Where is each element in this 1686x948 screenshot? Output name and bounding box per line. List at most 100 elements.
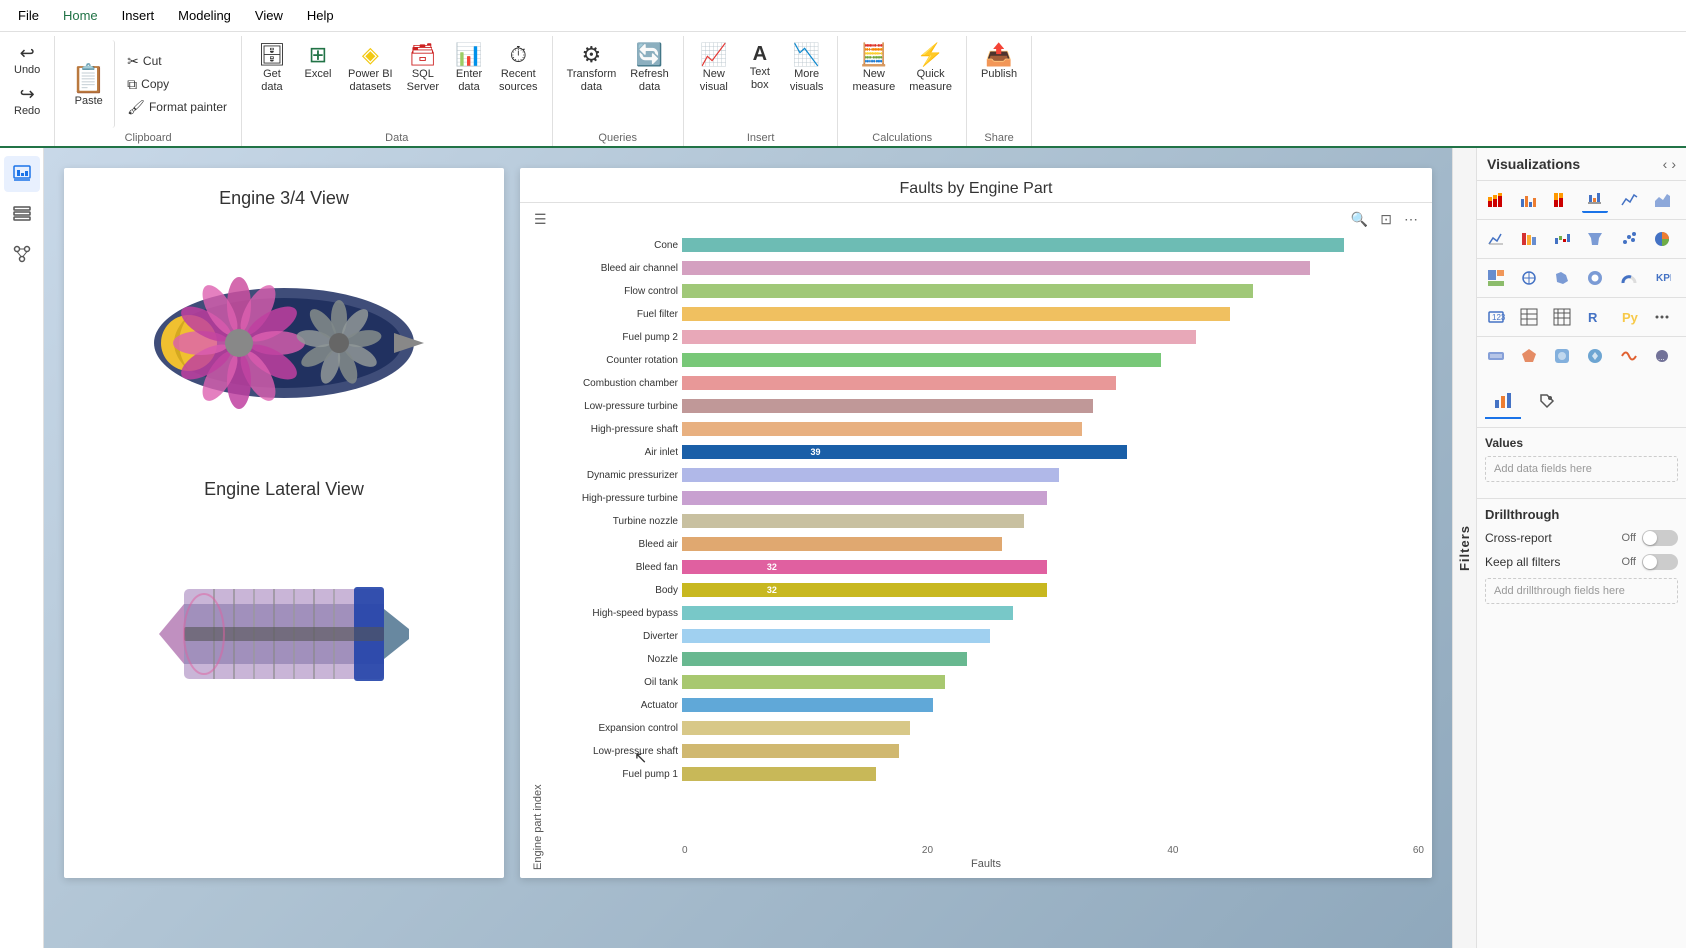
clipboard-group: 📋 Paste ✂ Cut ⧉ Copy 🖌 Format painter Cl… xyxy=(55,36,242,146)
menu-modeling[interactable]: Modeling xyxy=(168,4,241,27)
viz-area[interactable] xyxy=(1649,187,1675,213)
viz-custom2[interactable] xyxy=(1516,343,1542,369)
menu-help[interactable]: Help xyxy=(297,4,344,27)
chart-y-label: Engine part index xyxy=(528,234,548,870)
cross-report-toggle[interactable]: Off xyxy=(1622,530,1678,546)
viz-matrix[interactable] xyxy=(1549,304,1575,330)
get-data-button[interactable]: 🗄 Get data xyxy=(250,40,294,98)
viz-card[interactable]: 123 xyxy=(1483,304,1509,330)
filter-icon[interactable]: 🔍 xyxy=(1349,209,1370,230)
viz-gauge[interactable] xyxy=(1616,265,1642,291)
viz-treemap[interactable] xyxy=(1483,265,1509,291)
values-placeholder[interactable]: Add data fields here xyxy=(1485,456,1678,482)
text-box-button[interactable]: A Text box xyxy=(738,40,782,96)
cut-button[interactable]: ✂ Cut xyxy=(121,51,233,72)
viz-ribbon[interactable] xyxy=(1516,226,1542,252)
viz-table[interactable] xyxy=(1516,304,1542,330)
viz-funnel[interactable] xyxy=(1582,226,1608,252)
viz-scatter[interactable] xyxy=(1616,226,1642,252)
format-painter-button[interactable]: 🖌 Format painter xyxy=(121,97,233,118)
collapse-panel-button[interactable]: ‹ xyxy=(1663,156,1668,172)
undo-icon: ↩ xyxy=(20,43,35,64)
redo-button[interactable]: ↪ Redo xyxy=(8,81,46,120)
queries-group: ⚙ Transform data 🔄 Refresh data Queries xyxy=(553,36,684,146)
transform-icon: ⚙ xyxy=(582,44,602,66)
format-painter-icon: 🖌 xyxy=(127,99,145,116)
expand-icon[interactable]: ⊡ xyxy=(1378,209,1394,230)
quick-measure-button[interactable]: ⚡ Quick measure xyxy=(903,40,958,98)
viz-r-script[interactable]: R xyxy=(1582,304,1608,330)
chart-toolbar: ☰ 🔍 ⊡ ⋯ xyxy=(520,205,1432,234)
viz-line[interactable] xyxy=(1616,187,1642,213)
values-section: Values Add data fields here xyxy=(1477,428,1686,498)
format-tab[interactable] xyxy=(1529,383,1565,419)
viz-100-stacked-bar[interactable] xyxy=(1549,187,1575,213)
bar-row: Oil tank xyxy=(548,671,1424,693)
viz-custom3[interactable] xyxy=(1549,343,1575,369)
viz-stacked-bar[interactable] xyxy=(1483,187,1509,213)
data-view-icon[interactable] xyxy=(4,196,40,232)
menu-view[interactable]: View xyxy=(245,4,293,27)
chart-menu-icon[interactable]: ☰ xyxy=(532,209,549,230)
viz-line2[interactable] xyxy=(1483,226,1509,252)
build-tab[interactable] xyxy=(1485,383,1521,419)
viz-filled-map[interactable] xyxy=(1549,265,1575,291)
svg-text:...: ... xyxy=(1658,353,1665,362)
keep-filters-toggle[interactable]: Off xyxy=(1622,554,1678,570)
bar-row: Flow control xyxy=(548,280,1424,302)
enter-data-button[interactable]: 📊 Enter data xyxy=(447,40,491,98)
menu-bar: File Home Insert Modeling View Help xyxy=(0,0,1686,32)
data-group: 🗄 Get data ⊞ Excel ◈ Power BI datasets 🗃… xyxy=(242,36,553,146)
viz-custom6[interactable]: ... xyxy=(1649,343,1675,369)
report-view-icon[interactable] xyxy=(4,156,40,192)
recent-sources-button[interactable]: ⏱ Recent sources xyxy=(493,40,544,98)
bar-row: High-pressure turbine xyxy=(548,487,1424,509)
viz-custom4[interactable] xyxy=(1582,343,1608,369)
viz-custom5[interactable] xyxy=(1616,343,1642,369)
excel-button[interactable]: ⊞ Excel xyxy=(296,40,340,85)
paste-button[interactable]: 📋 Paste xyxy=(63,40,115,128)
cross-report-value: Off xyxy=(1622,532,1636,544)
viz-map[interactable] xyxy=(1516,265,1542,291)
undo-button[interactable]: ↩ Undo xyxy=(8,40,46,79)
refresh-data-button[interactable]: 🔄 Refresh data xyxy=(624,40,675,98)
cross-report-track[interactable] xyxy=(1642,530,1678,546)
viz-pie[interactable] xyxy=(1649,226,1675,252)
keep-filters-track[interactable] xyxy=(1642,554,1678,570)
viz-more[interactable] xyxy=(1649,304,1675,330)
viz-waterfall[interactable] xyxy=(1549,226,1575,252)
keep-filters-thumb xyxy=(1643,555,1657,569)
powerbi-button[interactable]: ◈ Power BI datasets xyxy=(342,40,399,98)
new-measure-icon: 🧮 xyxy=(860,44,887,66)
recent-sources-icon: ⏱ xyxy=(510,44,527,66)
more-options-icon[interactable]: ⋯ xyxy=(1402,209,1420,230)
viz-clustered-bar[interactable] xyxy=(1516,187,1542,213)
more-visuals-button[interactable]: 📉 More visuals xyxy=(784,40,830,98)
viz-clustered-column[interactable] xyxy=(1582,187,1608,213)
viz-custom1[interactable] xyxy=(1483,343,1509,369)
drillthrough-placeholder[interactable]: Add drillthrough fields here xyxy=(1485,578,1678,604)
publish-button[interactable]: 📤 Publish xyxy=(975,40,1023,85)
bar-row: Low-pressure turbine xyxy=(548,395,1424,417)
viz-icon-grid-4: 123 R Py xyxy=(1477,298,1686,337)
enter-data-icon: 📊 xyxy=(455,44,482,66)
cut-icon: ✂ xyxy=(127,53,139,70)
menu-home[interactable]: Home xyxy=(53,4,108,27)
viz-python[interactable]: Py xyxy=(1616,304,1642,330)
new-visual-button[interactable]: 📈 New visual xyxy=(692,40,736,98)
transform-data-button[interactable]: ⚙ Transform data xyxy=(561,40,623,98)
new-measure-button[interactable]: 🧮 New measure xyxy=(846,40,901,98)
copy-button[interactable]: ⧉ Copy xyxy=(121,74,233,95)
model-view-icon[interactable] xyxy=(4,236,40,272)
menu-file[interactable]: File xyxy=(8,4,49,27)
sql-button[interactable]: 🗃 SQL Server xyxy=(401,40,445,98)
bar-row: High-pressure shaft xyxy=(548,418,1424,440)
clipboard-label: Clipboard xyxy=(125,128,172,146)
chart-body: Engine part index ConeBleed air channelF… xyxy=(520,234,1432,878)
expand-panel-button[interactable]: › xyxy=(1671,156,1676,172)
bar-row: High-speed bypass xyxy=(548,602,1424,624)
viz-donut[interactable] xyxy=(1582,265,1608,291)
menu-insert[interactable]: Insert xyxy=(112,4,165,27)
viz-kpi[interactable]: KPI xyxy=(1649,265,1675,291)
share-group: 📤 Publish Share xyxy=(967,36,1032,146)
